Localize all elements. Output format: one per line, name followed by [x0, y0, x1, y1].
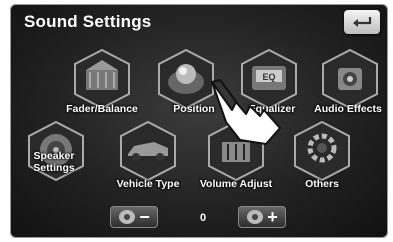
- volume-adjust-label: Volume Adjust: [199, 178, 273, 190]
- page-title: Sound Settings: [24, 12, 152, 31]
- audio-effects-button[interactable]: [320, 48, 380, 110]
- speaker-settings-label-line2: Settings: [33, 162, 75, 174]
- back-arrow-icon: [353, 17, 372, 27]
- speaker-icon: [119, 210, 136, 224]
- gear-icon: [294, 120, 350, 182]
- vehicle-type-button[interactable]: [118, 120, 178, 182]
- minus-sign: −: [139, 207, 150, 227]
- volume-value: 0: [200, 212, 207, 224]
- pointing-hand-icon: [211, 78, 281, 145]
- volume-up-button[interactable]: +: [238, 206, 286, 228]
- speaker-icon: [247, 210, 264, 224]
- fader-balance-label: Fader/Balance: [66, 103, 138, 115]
- audio-effects-label: Audio Effects: [314, 103, 382, 115]
- volume-down-button[interactable]: −: [110, 206, 158, 228]
- vehicle-type-label: Vehicle Type: [116, 178, 180, 190]
- vehicle-type-icon: [120, 120, 176, 182]
- speaker-settings-label: Speaker Settings: [33, 150, 74, 174]
- others-label: Others: [305, 178, 339, 190]
- fader-balance-icon: [74, 48, 130, 110]
- audio-effects-icon: [322, 48, 378, 110]
- speaker-settings-label-line1: Speaker: [33, 150, 75, 162]
- fader-balance-button[interactable]: [72, 48, 132, 110]
- others-button[interactable]: [292, 120, 352, 182]
- sound-settings-screen: Sound Settings Fader/Balance Position EQ…: [10, 4, 388, 238]
- plus-sign: +: [267, 207, 278, 227]
- back-button[interactable]: [344, 10, 380, 34]
